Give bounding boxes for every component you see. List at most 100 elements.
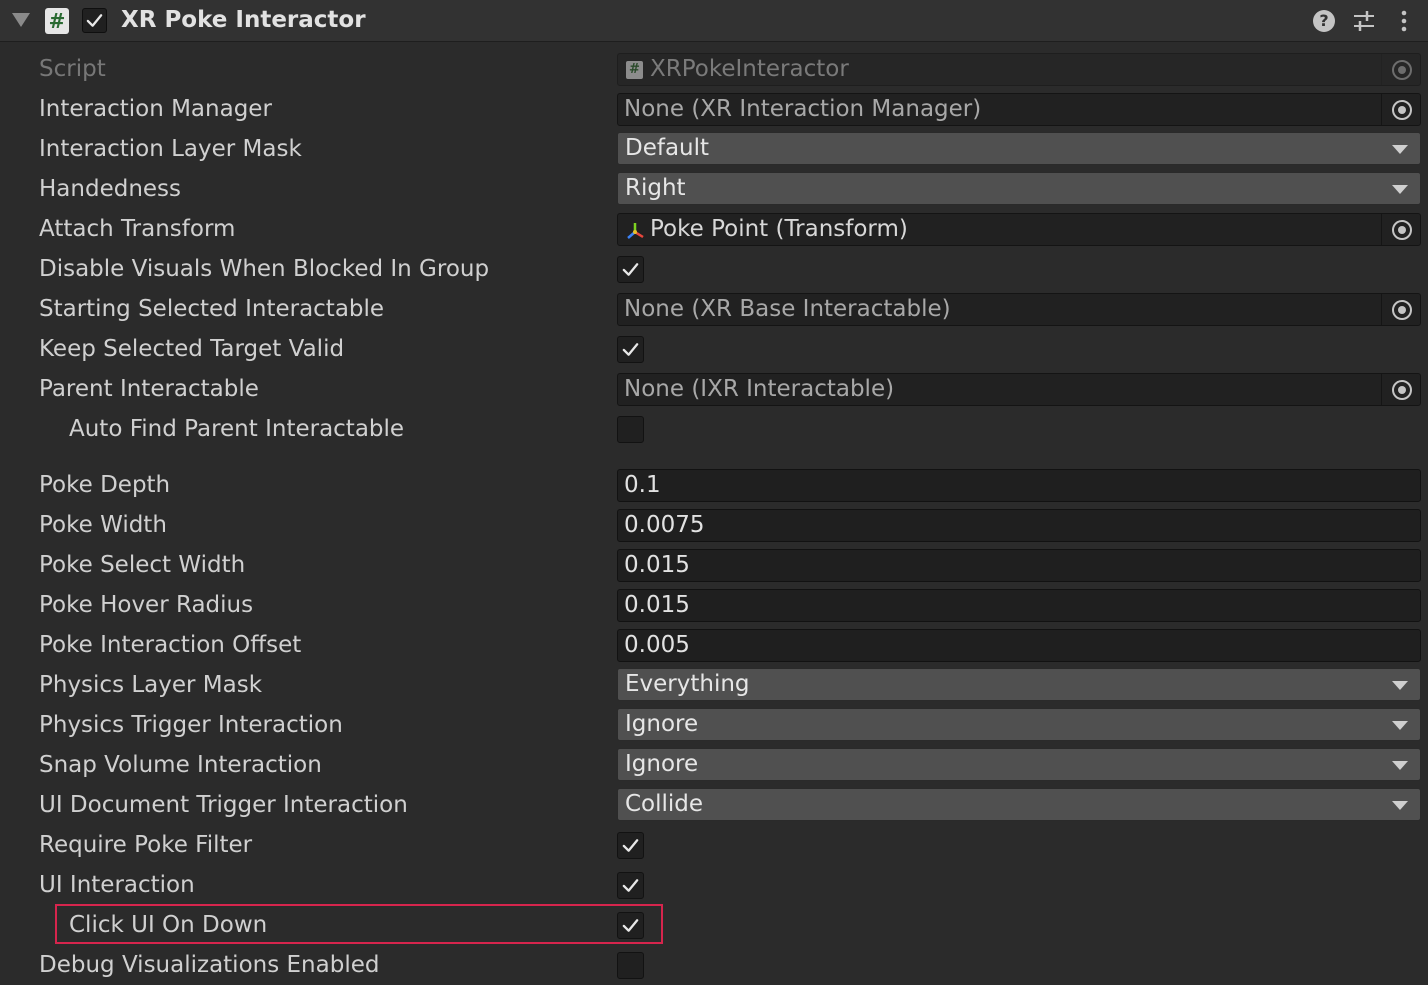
field-label: Poke Select Width (39, 552, 246, 578)
field-label: Handedness (39, 176, 182, 202)
disable-visuals-checkbox[interactable] (617, 256, 644, 283)
field-label: UI Interaction (39, 872, 195, 898)
field-value: 0.015 (624, 592, 690, 618)
dropdown-value: Ignore (625, 751, 699, 777)
poke-interaction-offset-input[interactable]: 0.005 (617, 629, 1421, 662)
target-icon (1392, 380, 1412, 400)
checkmark-icon (622, 839, 639, 852)
field-label: Snap Volume Interaction (39, 752, 322, 778)
field-label: Poke Width (39, 512, 167, 538)
handedness-dropdown[interactable]: Right (617, 172, 1421, 205)
physics-trigger-interaction-dropdown[interactable]: Ignore (617, 708, 1421, 741)
target-icon (1392, 100, 1412, 120)
field-row-poke-interaction-offset: Poke Interaction Offset 0.005 (0, 625, 1428, 665)
caret-down-icon (1392, 761, 1408, 770)
object-picker-button (1381, 54, 1420, 85)
field-row-attach-transform: Attach Transform Poke Point (Transform) (0, 209, 1428, 249)
field-row-debug-visualizations: Debug Visualizations Enabled (0, 945, 1428, 985)
ui-document-trigger-interaction-dropdown[interactable]: Collide (617, 788, 1421, 821)
field-label: Poke Interaction Offset (39, 632, 302, 658)
poke-depth-input[interactable]: 0.1 (617, 469, 1421, 502)
field-row-interaction-layer-mask: Interaction Layer Mask Default (0, 129, 1428, 169)
caret-down-icon (1392, 681, 1408, 690)
target-icon (1392, 60, 1412, 80)
field-row-ui-interaction: UI Interaction (0, 865, 1428, 905)
help-icon: ? (1313, 10, 1335, 32)
field-label: Poke Depth (39, 472, 171, 498)
dropdown-value: Ignore (625, 711, 699, 737)
field-label: Interaction Manager (39, 96, 272, 122)
dropdown-value: Default (625, 135, 710, 161)
script-field: # XRPokeInteractor (617, 53, 1421, 86)
field-label: Keep Selected Target Valid (39, 336, 345, 362)
field-row-handedness: Handedness Right (0, 169, 1428, 209)
field-row-poke-hover-radius: Poke Hover Radius 0.015 (0, 585, 1428, 625)
target-icon (1392, 300, 1412, 320)
dropdown-value: Everything (625, 671, 750, 697)
dropdown-value: Collide (625, 791, 704, 817)
field-value: None (IXR Interactable) (624, 376, 895, 402)
caret-down-icon (1392, 185, 1408, 194)
poke-width-input[interactable]: 0.0075 (617, 509, 1421, 542)
attach-transform-field[interactable]: Poke Point (Transform) (617, 213, 1421, 246)
auto-find-parent-interactable-checkbox[interactable] (617, 416, 644, 443)
field-value: Poke Point (Transform) (650, 216, 908, 242)
transform-axes-icon (627, 223, 644, 239)
component-enabled-checkbox[interactable] (82, 8, 107, 33)
object-picker-button[interactable] (1381, 374, 1420, 405)
field-row-poke-width: Poke Width 0.0075 (0, 505, 1428, 545)
checkmark-icon (622, 263, 639, 276)
caret-down-icon (1392, 721, 1408, 730)
component-menu-button[interactable] (1391, 8, 1417, 34)
field-label: Disable Visuals When Blocked In Group (39, 256, 490, 282)
click-ui-on-down-checkbox[interactable] (617, 912, 644, 939)
dropdown-value: Right (625, 175, 686, 201)
field-value: 0.005 (624, 632, 690, 658)
field-value: 0.015 (624, 552, 690, 578)
field-label: Require Poke Filter (39, 832, 253, 858)
checkmark-icon (622, 919, 639, 932)
field-value: XRPokeInteractor (650, 56, 849, 82)
field-row-poke-depth: Poke Depth 0.1 (0, 465, 1428, 505)
interaction-layer-mask-dropdown[interactable]: Default (617, 132, 1421, 165)
field-label: Interaction Layer Mask (39, 136, 302, 162)
object-picker-button[interactable] (1381, 214, 1420, 245)
field-value: 0.1 (624, 472, 661, 498)
field-row-keep-selected-target-valid: Keep Selected Target Valid (0, 329, 1428, 369)
field-label: Physics Layer Mask (39, 672, 263, 698)
object-picker-button[interactable] (1381, 94, 1420, 125)
caret-down-icon (1392, 145, 1408, 154)
script-icon: # (45, 8, 69, 34)
debug-visualizations-checkbox[interactable] (617, 952, 644, 979)
help-button[interactable]: ? (1311, 8, 1337, 34)
keep-selected-target-valid-checkbox[interactable] (617, 336, 644, 363)
field-label: Debug Visualizations Enabled (39, 952, 380, 978)
field-row-ui-document-trigger-interaction: UI Document Trigger Interaction Collide (0, 785, 1428, 825)
component-header: # XR Poke Interactor ? (0, 0, 1428, 42)
require-poke-filter-checkbox[interactable] (617, 832, 644, 859)
target-icon (1392, 220, 1412, 240)
field-label: Auto Find Parent Interactable (69, 416, 405, 442)
field-row-disable-visuals: Disable Visuals When Blocked In Group (0, 249, 1428, 289)
field-value: None (XR Base Interactable) (624, 296, 951, 322)
field-row-physics-trigger-interaction: Physics Trigger Interaction Ignore (0, 705, 1428, 745)
field-row-interaction-manager: Interaction Manager None (XR Interaction… (0, 89, 1428, 129)
field-row-poke-select-width: Poke Select Width 0.015 (0, 545, 1428, 585)
object-picker-button[interactable] (1381, 294, 1420, 325)
parent-interactable-field[interactable]: None (IXR Interactable) (617, 373, 1421, 406)
poke-hover-radius-input[interactable]: 0.015 (617, 589, 1421, 622)
foldout-triangle-icon[interactable] (12, 13, 30, 27)
ui-interaction-checkbox[interactable] (617, 872, 644, 899)
field-label: Click UI On Down (69, 912, 268, 938)
checkmark-icon (86, 14, 103, 27)
starting-selected-interactable-field[interactable]: None (XR Base Interactable) (617, 293, 1421, 326)
caret-down-icon (1392, 801, 1408, 810)
field-value: None (XR Interaction Manager) (624, 96, 982, 122)
physics-layer-mask-dropdown[interactable]: Everything (617, 668, 1421, 701)
poke-select-width-input[interactable]: 0.015 (617, 549, 1421, 582)
presets-button[interactable] (1351, 8, 1377, 34)
field-label: UI Document Trigger Interaction (39, 792, 408, 818)
interaction-manager-field[interactable]: None (XR Interaction Manager) (617, 93, 1421, 126)
field-label: Poke Hover Radius (39, 592, 254, 618)
snap-volume-interaction-dropdown[interactable]: Ignore (617, 748, 1421, 781)
